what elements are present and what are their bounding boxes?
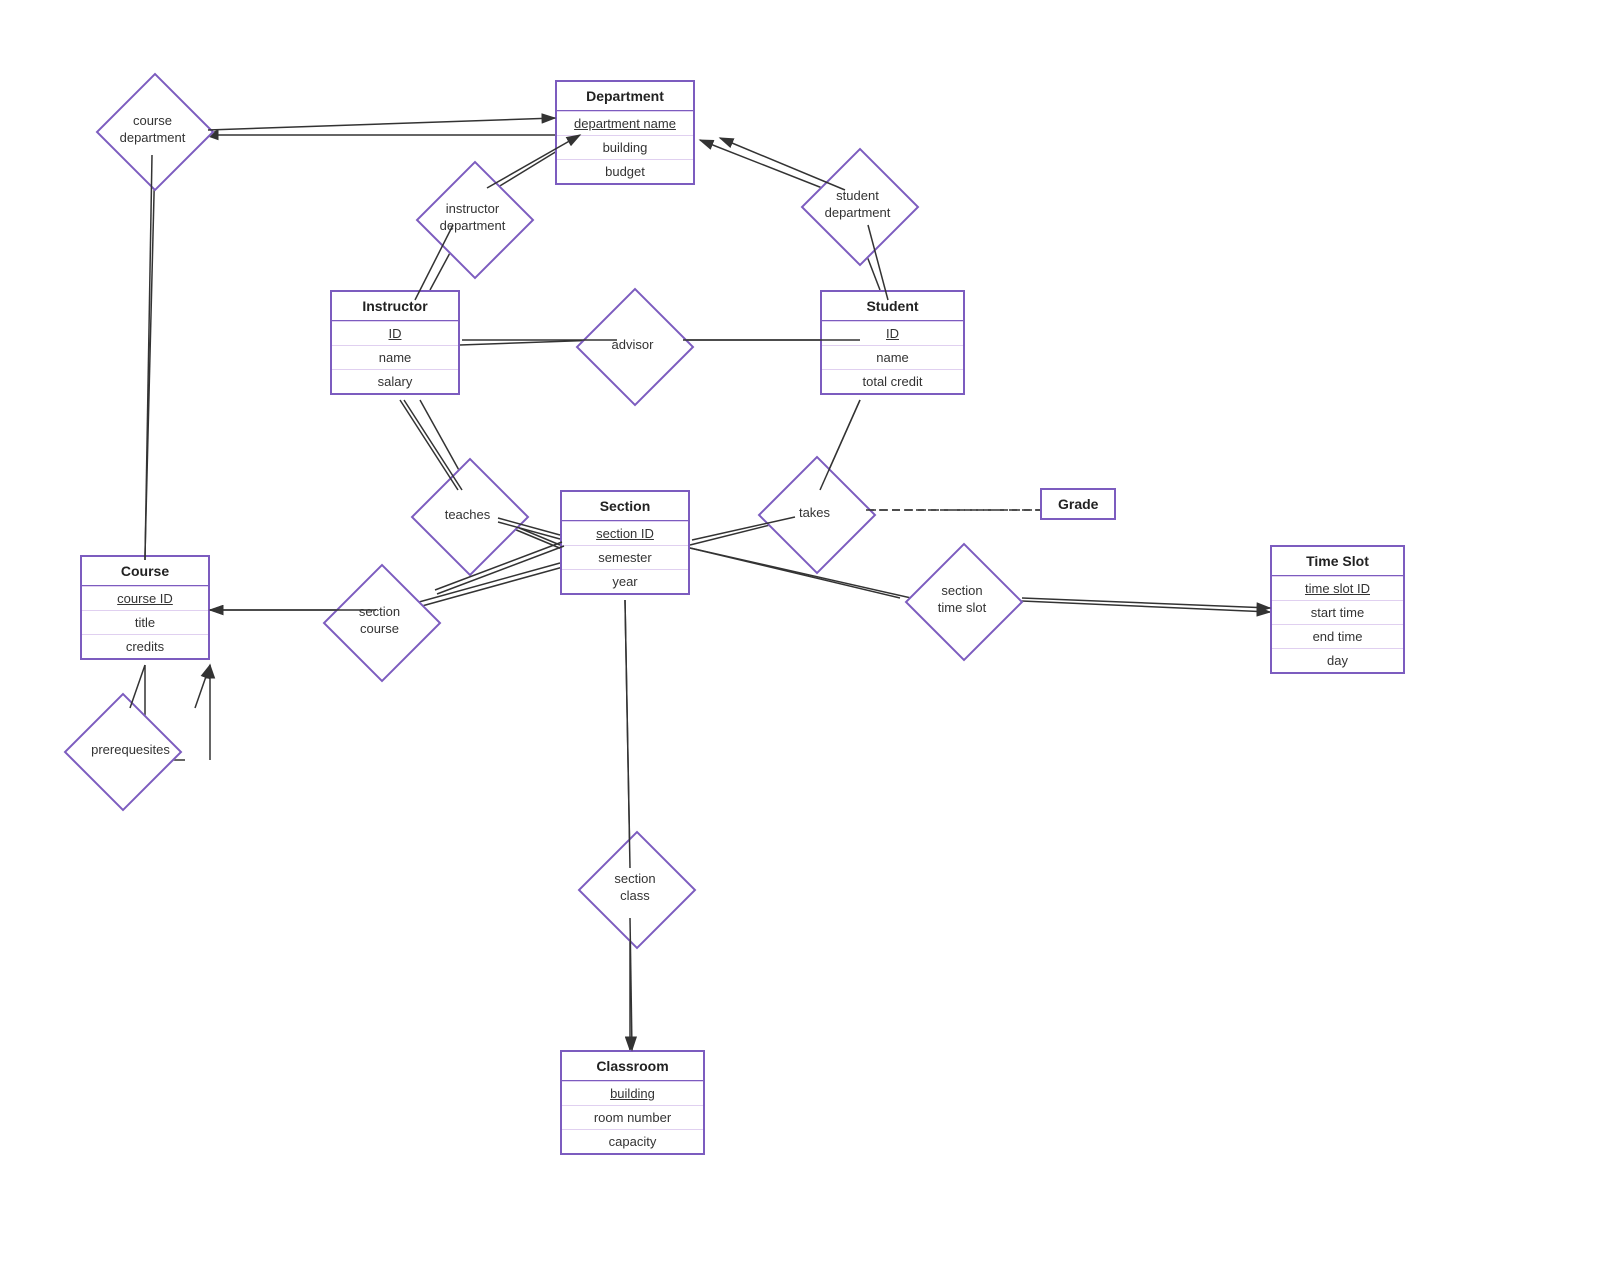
section-attr-year: year [562, 569, 688, 593]
department-attr-budget: budget [557, 159, 693, 183]
student-department-diamond: studentdepartment [800, 155, 915, 255]
student-attr-name: name [822, 345, 963, 369]
section-course-label: sectioncourse [359, 604, 400, 638]
section-class-label: sectionclass [614, 871, 655, 905]
department-entity: Department department name building budg… [555, 80, 695, 185]
course-attr-title: title [82, 610, 208, 634]
section-timeslot-diamond: sectiontime slot [902, 555, 1022, 645]
section-course-diamond: sectioncourse [322, 576, 437, 666]
instructor-attr-id: ID [332, 321, 458, 345]
course-title: Course [82, 557, 208, 585]
section-class-diamond: sectionclass [580, 843, 690, 933]
student-attr-id: ID [822, 321, 963, 345]
classroom-attr-capacity: capacity [562, 1129, 703, 1153]
classroom-title: Classroom [562, 1052, 703, 1080]
course-attr-credits: credits [82, 634, 208, 658]
course-department-label: coursedepartment [120, 113, 186, 147]
section-entity: Section section ID semester year [560, 490, 690, 595]
takes-diamond: takes [762, 468, 867, 558]
course-entity: Course course ID title credits [80, 555, 210, 660]
prerequisites-diamond: prerequesites [68, 705, 193, 795]
course-department-diamond: coursedepartment [95, 80, 210, 180]
section-attr-id: section ID [562, 521, 688, 545]
instructor-attr-name: name [332, 345, 458, 369]
student-title: Student [822, 292, 963, 320]
advisor-label: advisor [612, 337, 654, 354]
timeslot-title: Time Slot [1272, 547, 1403, 575]
instructor-entity: Instructor ID name salary [330, 290, 460, 395]
classroom-attr-building: building [562, 1081, 703, 1105]
prerequisites-label: prerequesites [91, 742, 170, 759]
section-timeslot-label: sectiontime slot [938, 583, 986, 617]
grade-entity: Grade [1040, 488, 1116, 520]
timeslot-entity: Time Slot time slot ID start time end ti… [1270, 545, 1405, 674]
grade-label: Grade [1058, 496, 1098, 512]
instructor-attr-salary: salary [332, 369, 458, 393]
advisor-diamond: advisor [580, 300, 685, 390]
classroom-attr-room: room number [562, 1105, 703, 1129]
instructor-department-diamond: instructordepartment [415, 168, 530, 268]
section-attr-semester: semester [562, 545, 688, 569]
classroom-entity: Classroom building room number capacity [560, 1050, 705, 1155]
er-diagram: Department department name building budg… [0, 0, 1600, 1280]
instructor-title: Instructor [332, 292, 458, 320]
timeslot-attr-id: time slot ID [1272, 576, 1403, 600]
department-attr-building: building [557, 135, 693, 159]
teaches-label: teaches [445, 507, 491, 524]
department-title: Department [557, 82, 693, 110]
course-attr-id: course ID [82, 586, 208, 610]
student-attr-credit: total credit [822, 369, 963, 393]
student-entity: Student ID name total credit [820, 290, 965, 395]
section-title: Section [562, 492, 688, 520]
takes-label: takes [799, 505, 830, 522]
timeslot-attr-start: start time [1272, 600, 1403, 624]
teaches-diamond: teaches [415, 470, 520, 560]
student-department-label: studentdepartment [825, 188, 891, 222]
timeslot-attr-end: end time [1272, 624, 1403, 648]
department-attr-name: department name [557, 111, 693, 135]
instructor-department-label: instructordepartment [440, 201, 506, 235]
timeslot-attr-day: day [1272, 648, 1403, 672]
